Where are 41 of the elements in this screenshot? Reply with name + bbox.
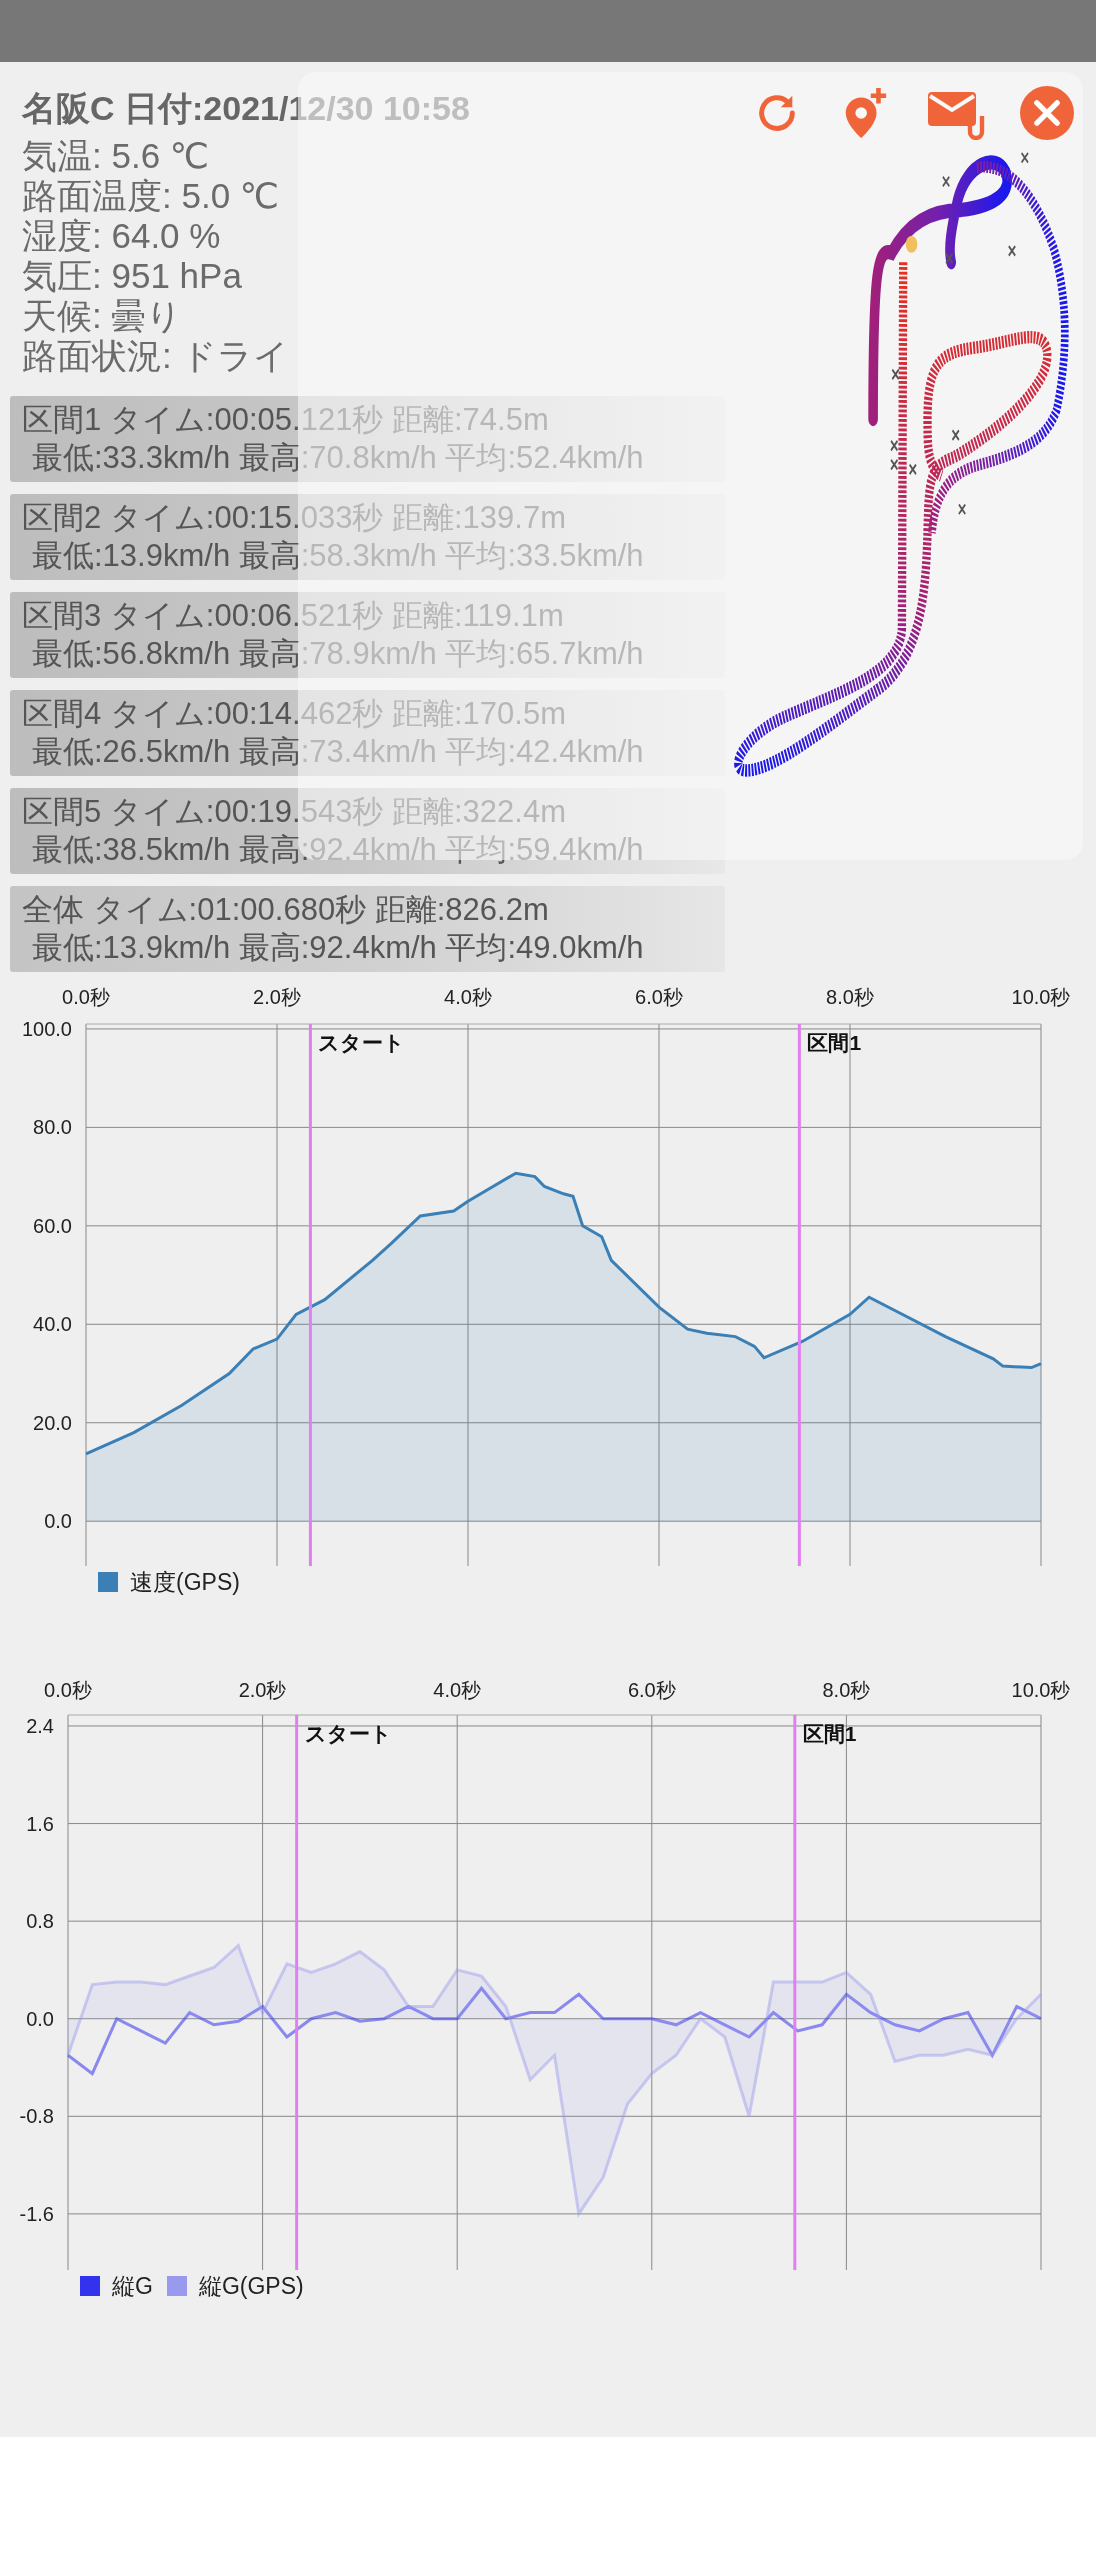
x-tick-label: 8.0秒 [822,1679,871,1701]
y-tick-label: -1.6 [19,2202,54,2225]
summary-text: 最低:38.5km/h 最高:92.4km/h 平均:59.4km/h [31,831,645,869]
summary-text: 全体 タイム:01:00.680秒 距離:826.2m [22,891,550,929]
condition-text: 天候: 曇り [22,296,184,336]
condition-text: 路面温度: 5.0 ℃ [22,176,281,216]
y-tick-label: 20.0 [33,1411,72,1434]
legend-item: 縦G(GPS) [166,2270,304,2302]
condition-text: 路面状況: ドライ [22,336,291,376]
y-tick-label: 100.0 [21,1017,72,1040]
y-tick-label: 0.0 [44,1510,72,1533]
x-tick-label: 4.0秒 [444,986,492,1008]
x-tick-label: 2.0秒 [238,1679,287,1701]
x-tick-label: 2.0秒 [253,986,301,1008]
x-tick-label: 6.0秒 [635,986,683,1008]
x-tick-label: 4.0秒 [433,1679,482,1701]
y-tick-label: 80.0 [33,1116,72,1139]
condition-text: 湿度: 64.0 % [22,216,222,256]
marker-label: スタート [304,1722,392,1745]
y-tick-label: 2.4 [26,1715,54,1737]
summary-text: 最低:13.9km/h 最高:92.4km/h 平均:49.0km/h [31,929,645,967]
x-tick-label: 0.0秒 [44,1679,92,1701]
x-tick-label: 6.0秒 [627,1679,676,1701]
condition-text: 気温: 5.6 ℃ [22,136,211,176]
condition-text: 気圧: 951 hPa [22,256,243,296]
y-tick-label: 0.8 [26,1910,54,1933]
x-tick-label: 10.0秒 [1011,986,1071,1008]
y-tick-label: -0.8 [19,2105,54,2128]
x-tick-label: 10.0秒 [1011,1679,1071,1701]
legend-item: 縦G [80,2270,153,2302]
legend-item: 速度(GPS) [98,1566,240,1598]
marker-label: 区間1 [802,1722,857,1745]
y-tick-label: 40.0 [33,1313,72,1336]
x-tick-label: 8.0秒 [826,986,874,1008]
marker-label: スタート [318,1031,406,1054]
close-icon[interactable] [1020,86,1074,140]
marker-label: 区間1 [807,1031,862,1054]
y-tick-label: 1.6 [26,1812,54,1835]
x-tick-label: 0.0秒 [62,986,110,1008]
y-tick-label: 60.0 [33,1214,72,1237]
y-tick-label: 0.0 [26,2007,54,2030]
